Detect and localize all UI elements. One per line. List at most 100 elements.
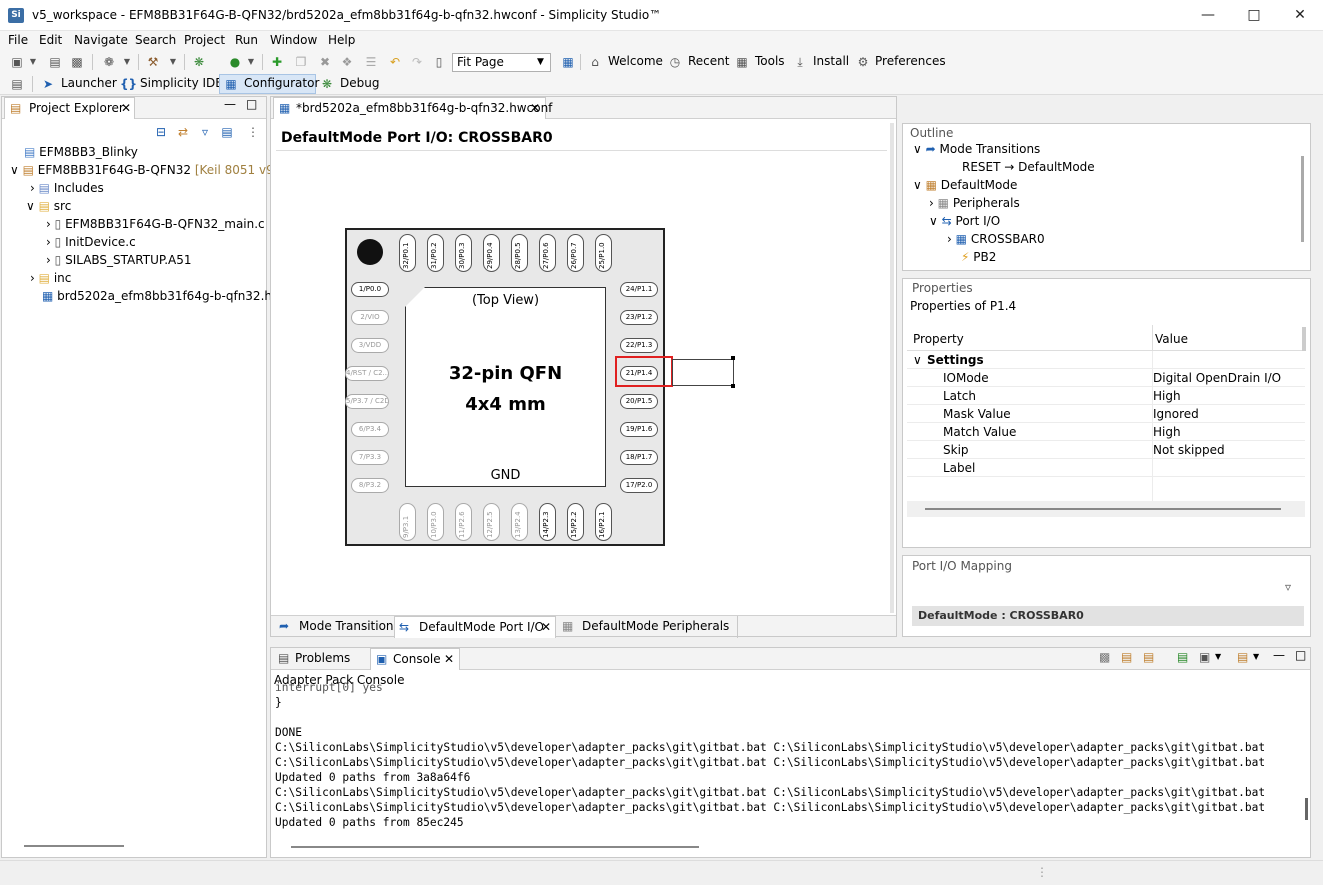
tab-mode-transitions[interactable]: ➦ Mode Transitions: [275, 616, 400, 638]
tree-item[interactable]: › ▤ Includes: [30, 181, 104, 195]
pin-left[interactable]: 2/VIO: [351, 310, 389, 325]
minimize-icon[interactable]: —: [224, 97, 236, 111]
tree-item[interactable]: ⚡ PB2: [961, 250, 996, 264]
perspective-simplicity-ide[interactable]: Simplicity IDE: [140, 76, 223, 90]
table-row[interactable]: Mask Value Ignored: [907, 405, 1305, 423]
pin-top[interactable]: 28/P0.5: [511, 234, 528, 272]
pin-right[interactable]: 23/P1.2: [620, 310, 658, 325]
pin-top[interactable]: 26/P0.7: [567, 234, 584, 272]
hammer-icon[interactable]: ⚒: [146, 55, 160, 69]
chevron-right-icon[interactable]: ›: [46, 235, 51, 249]
perspective-configurator[interactable]: Configurator: [244, 76, 319, 90]
close-icon[interactable]: ✕: [530, 98, 540, 118]
tree-item[interactable]: ∨ ▦ DefaultMode: [913, 178, 1017, 192]
menu-file[interactable]: File: [8, 33, 28, 47]
minimize-icon[interactable]: —: [1273, 648, 1285, 662]
view-menu-icon[interactable]: ▤: [220, 125, 234, 139]
page-icon[interactable]: ▯: [432, 55, 446, 69]
tab-project-explorer[interactable]: ▤ Project Explorer ✕: [4, 97, 135, 119]
download-icon[interactable]: ⤓: [793, 55, 807, 69]
tree-item[interactable]: ∨ ▤ EFM8BB31F64G-B-QFN32 [Keil 8051 v9.6…: [10, 163, 293, 177]
pin-bottom[interactable]: 10/P3.0: [427, 503, 444, 541]
chevron-down-icon[interactable]: ∨: [913, 178, 922, 192]
chevron-down-icon[interactable]: ∨: [913, 142, 922, 156]
pin-top[interactable]: 30/P0.3: [455, 234, 472, 272]
chevron-right-icon[interactable]: ›: [929, 196, 934, 210]
pin-bottom[interactable]: 14/P2.3: [539, 503, 556, 541]
pin-top[interactable]: 31/P0.2: [427, 234, 444, 272]
save-icon[interactable]: ▤: [48, 55, 62, 69]
horizontal-scrollbar[interactable]: [291, 846, 699, 848]
undo-icon[interactable]: ↶: [388, 55, 402, 69]
pin-right[interactable]: 20/P1.5: [620, 394, 658, 409]
pin-bottom[interactable]: 13/P2.4: [511, 503, 528, 541]
scroll-lock-icon[interactable]: ▤: [1121, 650, 1132, 664]
copy-icon[interactable]: ❐: [294, 55, 308, 69]
clear-console-icon[interactable]: ▩: [1099, 650, 1110, 664]
tree-item[interactable]: › ▦ Peripherals: [929, 196, 1020, 210]
maximize-icon[interactable]: □: [1295, 648, 1306, 662]
run-icon[interactable]: ●: [228, 55, 242, 69]
tree-item[interactable]: RESET → DefaultMode: [962, 160, 1095, 174]
build-config-icon[interactable]: ❁: [102, 55, 116, 69]
dropdown-icon[interactable]: ▼: [166, 55, 180, 69]
tree-item[interactable]: › ▯ SILABS_STARTUP.A51: [46, 253, 192, 267]
tree-item[interactable]: › ▦ CROSSBAR0: [947, 232, 1045, 246]
pin-left[interactable]: 6/P3.4: [351, 422, 389, 437]
dropdown-icon[interactable]: ▼: [1253, 652, 1259, 661]
pin-icon[interactable]: ❖: [340, 55, 354, 69]
install-button[interactable]: Install: [813, 54, 849, 68]
menu-search[interactable]: Search: [135, 33, 176, 47]
gear-icon[interactable]: ⚙: [856, 55, 870, 69]
table-row[interactable]: IOMode Digital OpenDrain I/O: [907, 369, 1305, 387]
pin-top[interactable]: 27/P0.6: [539, 234, 556, 272]
clock-icon[interactable]: ◷: [668, 55, 682, 69]
resize-handle[interactable]: [731, 356, 735, 360]
maximize-button[interactable]: □: [1231, 0, 1277, 31]
tree-item[interactable]: › ▯ InitDevice.c: [46, 235, 136, 249]
add-icon[interactable]: ✚: [270, 55, 284, 69]
dropdown-icon[interactable]: ▼: [244, 55, 258, 69]
pin-top[interactable]: 25/P1.0: [595, 234, 612, 272]
menu-help[interactable]: Help: [328, 33, 355, 47]
tree-item[interactable]: › ▤ inc: [30, 271, 71, 285]
table-row[interactable]: Match Value High: [907, 423, 1305, 441]
table-row[interactable]: Label: [907, 459, 1305, 477]
tab-console[interactable]: ▣ Console ✕: [370, 648, 460, 670]
perspective-launcher[interactable]: Launcher: [61, 76, 117, 90]
chevron-right-icon[interactable]: ›: [46, 217, 51, 231]
pin-right[interactable]: 19/P1.6: [620, 422, 658, 437]
filter-icon[interactable]: ▿: [198, 125, 212, 139]
tree-item[interactable]: ∨ ⇆ Port I/O: [929, 214, 1000, 228]
open-console-icon[interactable]: ▤: [1237, 650, 1248, 664]
pin-right[interactable]: 24/P1.1: [620, 282, 658, 297]
horizontal-scrollbar[interactable]: [24, 845, 124, 847]
close-icon[interactable]: ✕: [444, 649, 454, 669]
chevron-down-icon[interactable]: ∨: [929, 214, 938, 228]
tree-item[interactable]: ▦ brd5202a_efm8bb31f64g-b-qfn32.hwc: [42, 289, 288, 303]
resize-handle[interactable]: [731, 384, 735, 388]
chevron-down-icon[interactable]: ∨: [10, 163, 19, 177]
pin-left[interactable]: 3/VDD: [351, 338, 389, 353]
menu-navigate[interactable]: Navigate: [74, 33, 128, 47]
filter-icon[interactable]: ▿: [1285, 580, 1291, 594]
zoom-select[interactable]: Fit Page ▼: [452, 53, 551, 72]
tab-problems[interactable]: ▤ Problems: [273, 648, 369, 670]
display-console-icon[interactable]: ▣: [1199, 650, 1210, 664]
save-all-icon[interactable]: ▩: [70, 55, 84, 69]
pin-right[interactable]: 18/P1.7: [620, 450, 658, 465]
pin-label-editor[interactable]: [672, 359, 734, 386]
table-row[interactable]: Latch High: [907, 387, 1305, 405]
vertical-scrollbar[interactable]: [1305, 798, 1308, 820]
menu-window[interactable]: Window: [270, 33, 317, 47]
chevron-right-icon[interactable]: ›: [947, 232, 952, 246]
pin-bottom[interactable]: 9/P3.1: [399, 503, 416, 541]
close-button[interactable]: ✕: [1277, 0, 1323, 31]
tree-item[interactable]: › ▯ EFM8BB31F64G-B-QFN32_main.c: [46, 217, 265, 231]
dropdown-icon[interactable]: ▼: [1215, 652, 1221, 661]
pin-bottom[interactable]: 16/P2.1: [595, 503, 612, 541]
pin-bottom[interactable]: 12/P2.5: [483, 503, 500, 541]
more-icon[interactable]: ⋮: [246, 125, 260, 139]
mapping-row[interactable]: DefaultMode : CROSSBAR0: [912, 606, 1304, 626]
redo-icon[interactable]: ↷: [410, 55, 424, 69]
